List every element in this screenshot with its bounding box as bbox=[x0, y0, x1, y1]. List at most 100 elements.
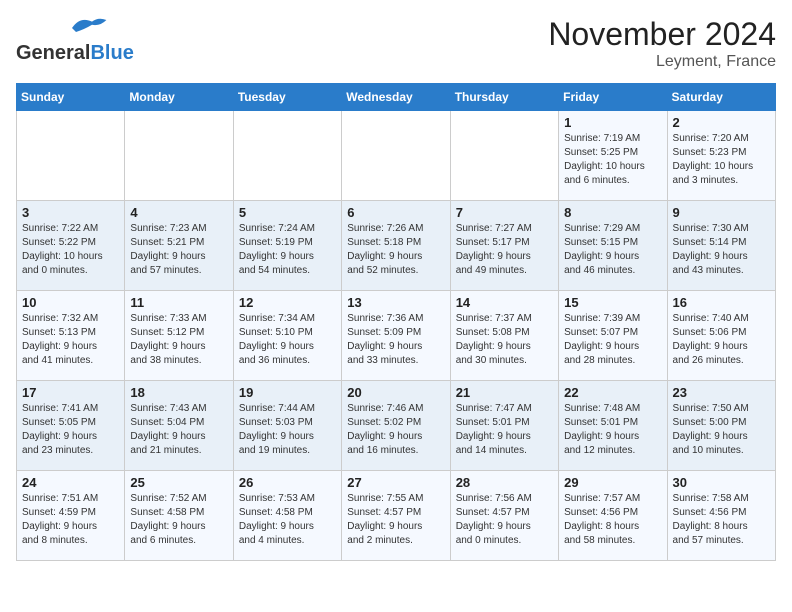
weekday-header: Thursday bbox=[450, 84, 558, 111]
day-info: Sunrise: 7:36 AM Sunset: 5:09 PM Dayligh… bbox=[347, 312, 444, 368]
day-info: Sunrise: 7:57 AM Sunset: 4:56 PM Dayligh… bbox=[564, 492, 661, 548]
calendar-cell: 1 Sunrise: 7:19 AM Sunset: 5:25 PM Daylig… bbox=[559, 111, 667, 201]
day-number: 15 bbox=[564, 295, 661, 310]
calendar-week-row: 24 Sunrise: 7:51 AM Sunset: 4:59 PM Dayli… bbox=[17, 471, 776, 561]
day-info: Sunrise: 7:19 AM Sunset: 5:25 PM Dayligh… bbox=[564, 132, 661, 188]
day-info: Sunrise: 7:44 AM Sunset: 5:03 PM Dayligh… bbox=[239, 402, 336, 458]
page-header: GeneralBlue November 2024 Leyment, Franc… bbox=[16, 16, 776, 71]
day-info: Sunrise: 7:47 AM Sunset: 5:01 PM Dayligh… bbox=[456, 402, 553, 458]
title-area: November 2024 Leyment, France bbox=[548, 16, 776, 71]
day-number: 1 bbox=[564, 115, 661, 130]
weekday-header-row: SundayMondayTuesdayWednesdayThursdayFrid… bbox=[17, 84, 776, 111]
weekday-header: Monday bbox=[125, 84, 233, 111]
day-number: 20 bbox=[347, 385, 444, 400]
day-info: Sunrise: 7:22 AM Sunset: 5:22 PM Dayligh… bbox=[22, 222, 119, 278]
day-info: Sunrise: 7:41 AM Sunset: 5:05 PM Dayligh… bbox=[22, 402, 119, 458]
day-info: Sunrise: 7:37 AM Sunset: 5:08 PM Dayligh… bbox=[456, 312, 553, 368]
logo: GeneralBlue bbox=[16, 16, 134, 63]
calendar-cell: 12Sunrise: 7:34 AM Sunset: 5:10 PM Dayli… bbox=[233, 291, 341, 381]
day-info: Sunrise: 7:43 AM Sunset: 5:04 PM Dayligh… bbox=[130, 402, 227, 458]
location-title: Leyment, France bbox=[548, 53, 776, 71]
calendar-cell bbox=[342, 111, 450, 201]
calendar-week-row: 10 Sunrise: 7:32 AM Sunset: 5:13 PM Dayli… bbox=[17, 291, 776, 381]
day-number: 27 bbox=[347, 475, 444, 490]
calendar-cell: 18 Sunrise: 7:43 AM Sunset: 5:04 PM Dayli… bbox=[125, 381, 233, 471]
calendar-cell: 9Sunrise: 7:30 AM Sunset: 5:14 PM Daylig… bbox=[667, 201, 775, 291]
day-info: Sunrise: 7:39 AM Sunset: 5:07 PM Dayligh… bbox=[564, 312, 661, 368]
day-info: Sunrise: 7:50 AM Sunset: 5:00 PM Dayligh… bbox=[673, 402, 770, 458]
calendar-cell: 17Sunrise: 7:41 AM Sunset: 5:05 PM Dayli… bbox=[17, 381, 125, 471]
day-number: 5 bbox=[239, 205, 336, 220]
calendar-cell: 27 Sunrise: 7:55 AM Sunset: 4:57 PM Dayli… bbox=[342, 471, 450, 561]
calendar-cell: 16 Sunrise: 7:40 AM Sunset: 5:06 PM Dayli… bbox=[667, 291, 775, 381]
calendar-cell: 4 Sunrise: 7:23 AM Sunset: 5:21 PM Daylig… bbox=[125, 201, 233, 291]
logo-blue-text: Blue bbox=[90, 42, 133, 64]
calendar-cell bbox=[233, 111, 341, 201]
day-number: 26 bbox=[239, 475, 336, 490]
calendar-cell: 19Sunrise: 7:44 AM Sunset: 5:03 PM Dayli… bbox=[233, 381, 341, 471]
day-number: 6 bbox=[347, 205, 444, 220]
day-number: 16 bbox=[673, 295, 770, 310]
calendar-cell: 7 Sunrise: 7:27 AM Sunset: 5:17 PM Daylig… bbox=[450, 201, 558, 291]
calendar-cell bbox=[17, 111, 125, 201]
day-info: Sunrise: 7:40 AM Sunset: 5:06 PM Dayligh… bbox=[673, 312, 770, 368]
calendar-cell: 30Sunrise: 7:58 AM Sunset: 4:56 PM Dayli… bbox=[667, 471, 775, 561]
day-number: 21 bbox=[456, 385, 553, 400]
calendar-cell: 26 Sunrise: 7:53 AM Sunset: 4:58 PM Dayli… bbox=[233, 471, 341, 561]
day-info: Sunrise: 7:53 AM Sunset: 4:58 PM Dayligh… bbox=[239, 492, 336, 548]
day-info: Sunrise: 7:56 AM Sunset: 4:57 PM Dayligh… bbox=[456, 492, 553, 548]
day-info: Sunrise: 7:26 AM Sunset: 5:18 PM Dayligh… bbox=[347, 222, 444, 278]
day-number: 25 bbox=[130, 475, 227, 490]
day-number: 2 bbox=[673, 115, 770, 130]
day-info: Sunrise: 7:58 AM Sunset: 4:56 PM Dayligh… bbox=[673, 492, 770, 548]
day-info: Sunrise: 7:52 AM Sunset: 4:58 PM Dayligh… bbox=[130, 492, 227, 548]
calendar-cell: 8 Sunrise: 7:29 AM Sunset: 5:15 PM Daylig… bbox=[559, 201, 667, 291]
calendar-cell: 14Sunrise: 7:37 AM Sunset: 5:08 PM Dayli… bbox=[450, 291, 558, 381]
day-number: 28 bbox=[456, 475, 553, 490]
calendar-cell: 15 Sunrise: 7:39 AM Sunset: 5:07 PM Dayli… bbox=[559, 291, 667, 381]
weekday-header: Tuesday bbox=[233, 84, 341, 111]
calendar-cell: 2 Sunrise: 7:20 AM Sunset: 5:23 PM Daylig… bbox=[667, 111, 775, 201]
calendar-cell: 22Sunrise: 7:48 AM Sunset: 5:01 PM Dayli… bbox=[559, 381, 667, 471]
day-number: 11 bbox=[130, 295, 227, 310]
day-number: 8 bbox=[564, 205, 661, 220]
logo-general-text: General bbox=[16, 42, 90, 64]
day-number: 18 bbox=[130, 385, 227, 400]
day-number: 29 bbox=[564, 475, 661, 490]
day-number: 12 bbox=[239, 295, 336, 310]
day-info: Sunrise: 7:51 AM Sunset: 4:59 PM Dayligh… bbox=[22, 492, 119, 548]
calendar-week-row: 17Sunrise: 7:41 AM Sunset: 5:05 PM Dayli… bbox=[17, 381, 776, 471]
day-info: Sunrise: 7:27 AM Sunset: 5:17 PM Dayligh… bbox=[456, 222, 553, 278]
day-info: Sunrise: 7:55 AM Sunset: 4:57 PM Dayligh… bbox=[347, 492, 444, 548]
day-info: Sunrise: 7:32 AM Sunset: 5:13 PM Dayligh… bbox=[22, 312, 119, 368]
calendar-cell: 25 Sunrise: 7:52 AM Sunset: 4:58 PM Dayli… bbox=[125, 471, 233, 561]
day-info: Sunrise: 7:20 AM Sunset: 5:23 PM Dayligh… bbox=[673, 132, 770, 188]
day-info: Sunrise: 7:46 AM Sunset: 5:02 PM Dayligh… bbox=[347, 402, 444, 458]
weekday-header: Friday bbox=[559, 84, 667, 111]
day-number: 7 bbox=[456, 205, 553, 220]
logo-bird-icon bbox=[68, 10, 108, 38]
calendar-cell: 21 Sunrise: 7:47 AM Sunset: 5:01 PM Dayli… bbox=[450, 381, 558, 471]
day-number: 4 bbox=[130, 205, 227, 220]
calendar-cell: 23Sunrise: 7:50 AM Sunset: 5:00 PM Dayli… bbox=[667, 381, 775, 471]
calendar-cell: 28 Sunrise: 7:56 AM Sunset: 4:57 PM Dayli… bbox=[450, 471, 558, 561]
calendar-cell: 11 Sunrise: 7:33 AM Sunset: 5:12 PM Dayli… bbox=[125, 291, 233, 381]
calendar-cell: 29 Sunrise: 7:57 AM Sunset: 4:56 PM Dayli… bbox=[559, 471, 667, 561]
day-info: Sunrise: 7:33 AM Sunset: 5:12 PM Dayligh… bbox=[130, 312, 227, 368]
calendar-cell: 24 Sunrise: 7:51 AM Sunset: 4:59 PM Dayli… bbox=[17, 471, 125, 561]
day-info: Sunrise: 7:24 AM Sunset: 5:19 PM Dayligh… bbox=[239, 222, 336, 278]
day-info: Sunrise: 7:48 AM Sunset: 5:01 PM Dayligh… bbox=[564, 402, 661, 458]
day-info: Sunrise: 7:23 AM Sunset: 5:21 PM Dayligh… bbox=[130, 222, 227, 278]
day-number: 3 bbox=[22, 205, 119, 220]
day-number: 10 bbox=[22, 295, 119, 310]
calendar-cell: 6 Sunrise: 7:26 AM Sunset: 5:18 PM Daylig… bbox=[342, 201, 450, 291]
calendar-table: SundayMondayTuesdayWednesdayThursdayFrid… bbox=[16, 83, 776, 561]
day-info: Sunrise: 7:29 AM Sunset: 5:15 PM Dayligh… bbox=[564, 222, 661, 278]
weekday-header: Sunday bbox=[17, 84, 125, 111]
calendar-cell: 3 Sunrise: 7:22 AM Sunset: 5:22 PM Daylig… bbox=[17, 201, 125, 291]
day-number: 13 bbox=[347, 295, 444, 310]
calendar-week-row: 1 Sunrise: 7:19 AM Sunset: 5:25 PM Daylig… bbox=[17, 111, 776, 201]
weekday-header: Wednesday bbox=[342, 84, 450, 111]
day-number: 24 bbox=[22, 475, 119, 490]
month-title: November 2024 bbox=[548, 16, 776, 53]
